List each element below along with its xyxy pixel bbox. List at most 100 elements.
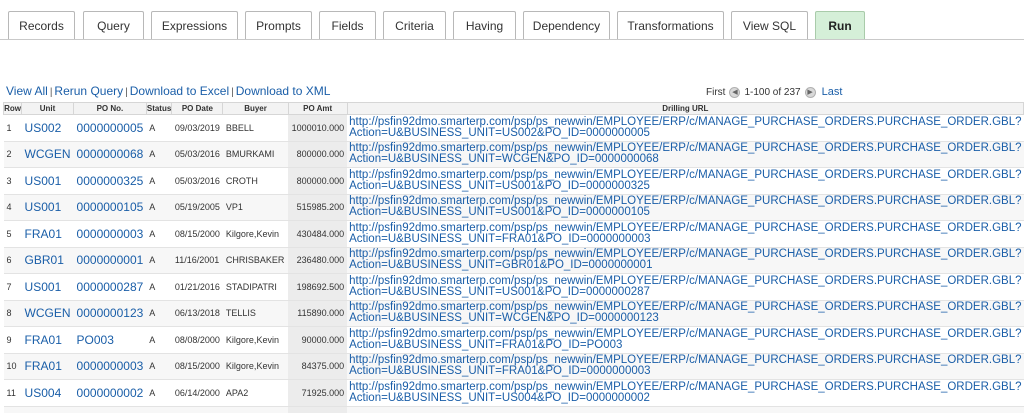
tab-transformations[interactable]: Transformations [617, 11, 724, 40]
column-header-po-amt[interactable]: PO Amt [287, 102, 348, 115]
po-amount-cell: 430484.000 [288, 220, 348, 248]
po-number-link[interactable]: 0000000005 [73, 114, 147, 142]
drilling-url-link[interactable]: http://psfin92dmo.smarterp.com/psp/ps_ne… [347, 273, 1024, 301]
column-header-unit[interactable]: Unit [21, 102, 75, 115]
buyer-cell: VP1 [222, 194, 289, 221]
drilling-url-link[interactable]: http://psfin92dmo.smarterp.com/psp/ps_ne… [347, 379, 1024, 407]
rerun-query-link[interactable]: Rerun Query [54, 84, 123, 98]
table-row: 1 US002 0000000005 A 09/03/2019 BBELL 1000010.… [3, 114, 1024, 142]
po-date-cell: 08/15/2000 [171, 353, 223, 380]
status-cell: A [146, 247, 172, 274]
view-all-link[interactable]: View All [6, 84, 48, 98]
tab-having[interactable]: Having [453, 11, 516, 40]
tab-query[interactable]: Query [83, 11, 144, 40]
unit-link[interactable]: US001 [21, 167, 74, 195]
drilling-url-link[interactable]: http://psfin92dmo.smarterp.com/psp/ps_ne… [347, 300, 1024, 327]
tab-prompts[interactable]: Prompts [245, 11, 312, 40]
drilling-url-link[interactable]: http://psfin92dmo.smarterp.com/psp/ps_ne… [347, 141, 1024, 168]
unit-link[interactable]: GBR01 [21, 247, 74, 274]
column-header-status[interactable]: Status [145, 102, 173, 115]
row-number-cell: 11 [3, 379, 22, 407]
drilling-url-line: Action=U&BUSINESS_UNIT=WCGEN&PO_ID=00000… [349, 153, 659, 166]
unit-link[interactable]: WCGEN [21, 300, 74, 327]
unit-link[interactable]: FRA01 [21, 220, 74, 248]
po-amount-cell: 84375.000 [288, 353, 348, 380]
po-number-link[interactable]: 0000000325 [73, 167, 147, 195]
po-number-link[interactable]: PO003 [73, 326, 147, 354]
table-row: 11 US004 0000000002 A 06/14/2000 APA2 71925.00… [3, 379, 1024, 407]
table-row: http://psfin92dmo.smarterp.com/psp/ps_ne… [3, 406, 1024, 413]
table-row: 4 US001 0000000105 A 05/19/2005 VP1 515985.200… [3, 194, 1024, 221]
download-excel-link[interactable]: Download to Excel [130, 84, 229, 98]
toolbar-separator: | [125, 87, 128, 98]
po-number-link[interactable]: 0000000123 [73, 300, 147, 327]
unit-link[interactable]: FRA01 [21, 353, 74, 380]
status-cell [146, 406, 172, 413]
drilling-url-link[interactable]: http://psfin92dmo.smarterp.com/psp/ps_ne… [347, 114, 1024, 142]
drilling-url-link[interactable]: http://psfin92dmo.smarterp.com/psp/ps_ne… [347, 353, 1024, 380]
po-number-link[interactable]: 0000000003 [73, 220, 147, 248]
po-number-link[interactable]: 0000000001 [73, 247, 147, 274]
tab-records[interactable]: Records [8, 11, 75, 40]
column-header-po-date[interactable]: PO Date [171, 102, 224, 115]
po-date-cell: 08/08/2000 [171, 326, 223, 354]
drilling-url-link[interactable]: http://psfin92dmo.smarterp.com/psp/ps_ne… [347, 247, 1024, 274]
po-amount-cell: 90000.000 [288, 326, 348, 354]
tab-fields[interactable]: Fields [319, 11, 376, 40]
results-grid: Row Unit PO No. Status PO Date Buyer PO … [2, 102, 1024, 413]
po-amount-cell [288, 406, 348, 413]
tab-dependency[interactable]: Dependency [523, 11, 610, 40]
status-cell: A [146, 167, 172, 195]
drilling-url-link[interactable]: http://psfin92dmo.smarterp.com/psp/ps_ne… [347, 167, 1024, 195]
table-row: 7 US001 0000000287 A 01/21/2016 STADIPATRI 198… [3, 273, 1024, 301]
unit-link[interactable]: US001 [21, 194, 74, 221]
drilling-url-link[interactable]: http://psfin92dmo.smarterp.com/psp/ps_ne… [347, 220, 1024, 248]
table-row: 8 WCGEN 0000000123 A 06/13/2018 TELLIS 115890.… [3, 300, 1024, 327]
drilling-url-line: Action=U&BUSINESS_UNIT=US001&PO_ID=00000… [349, 179, 650, 192]
status-cell: A [146, 114, 172, 142]
po-number-link[interactable]: 0000000287 [73, 273, 147, 301]
status-cell: A [146, 141, 172, 168]
tab-criteria[interactable]: Criteria [383, 11, 446, 40]
next-page-icon[interactable]: ▶ [804, 86, 816, 98]
row-number-cell: 3 [3, 167, 22, 195]
po-amount-cell: 236480.000 [288, 247, 348, 274]
row-number-cell: 6 [3, 247, 22, 274]
download-xml-link[interactable]: Download to XML [236, 84, 331, 98]
po-number-link[interactable]: 0000000003 [73, 353, 147, 380]
unit-link[interactable]: FRA01 [21, 326, 74, 354]
previous-page-icon[interactable]: ◀ [729, 86, 741, 98]
drilling-url-link[interactable]: http://psfin92dmo.smarterp.com/psp/ps_ne… [347, 406, 1024, 413]
column-header-buyer[interactable]: Buyer [222, 102, 289, 115]
pager-first-label: First [706, 86, 726, 98]
drilling-url-line: Action=U&BUSINESS_UNIT=FRA01&PO_ID=PO003 [349, 338, 623, 351]
unit-link[interactable] [21, 406, 74, 413]
po-number-link[interactable]: 0000000068 [73, 141, 147, 168]
tab-expressions[interactable]: Expressions [151, 11, 238, 40]
po-number-link[interactable] [73, 406, 147, 413]
tab-view-sql[interactable]: View SQL [731, 11, 808, 40]
drilling-url-link[interactable]: http://psfin92dmo.smarterp.com/psp/ps_ne… [347, 194, 1024, 221]
last-page-link[interactable]: Last [822, 86, 843, 98]
drilling-url-link[interactable]: http://psfin92dmo.smarterp.com/psp/ps_ne… [347, 326, 1024, 354]
po-number-link[interactable]: 0000000105 [73, 194, 147, 221]
table-row: 10 FRA01 0000000003 A 08/15/2000 Kilgore,Kevi… [3, 353, 1024, 380]
grid-header-row: Row Unit PO No. Status PO Date Buyer PO … [2, 102, 1024, 115]
po-date-cell: 05/19/2005 [171, 194, 223, 221]
buyer-cell: APA2 [222, 379, 289, 407]
po-date-cell: 06/13/2018 [171, 300, 223, 327]
toolbar-separator: | [49, 87, 53, 98]
unit-link[interactable]: US002 [21, 114, 74, 142]
po-date-cell: 08/15/2000 [171, 220, 223, 248]
unit-link[interactable]: WCGEN [21, 141, 74, 168]
column-header-po-no[interactable]: PO No. [73, 102, 147, 115]
buyer-cell [222, 406, 289, 413]
unit-link[interactable]: US004 [21, 379, 74, 407]
tab-run[interactable]: Run [815, 11, 865, 40]
unit-link[interactable]: US001 [21, 273, 74, 301]
po-number-link[interactable]: 0000000002 [73, 379, 147, 407]
toolbar-separator: | [231, 87, 234, 98]
column-header-row[interactable]: Row [2, 102, 23, 115]
column-header-drilling-url[interactable]: Drilling URL [346, 102, 1024, 115]
buyer-cell: BMURKAMI [222, 141, 289, 168]
